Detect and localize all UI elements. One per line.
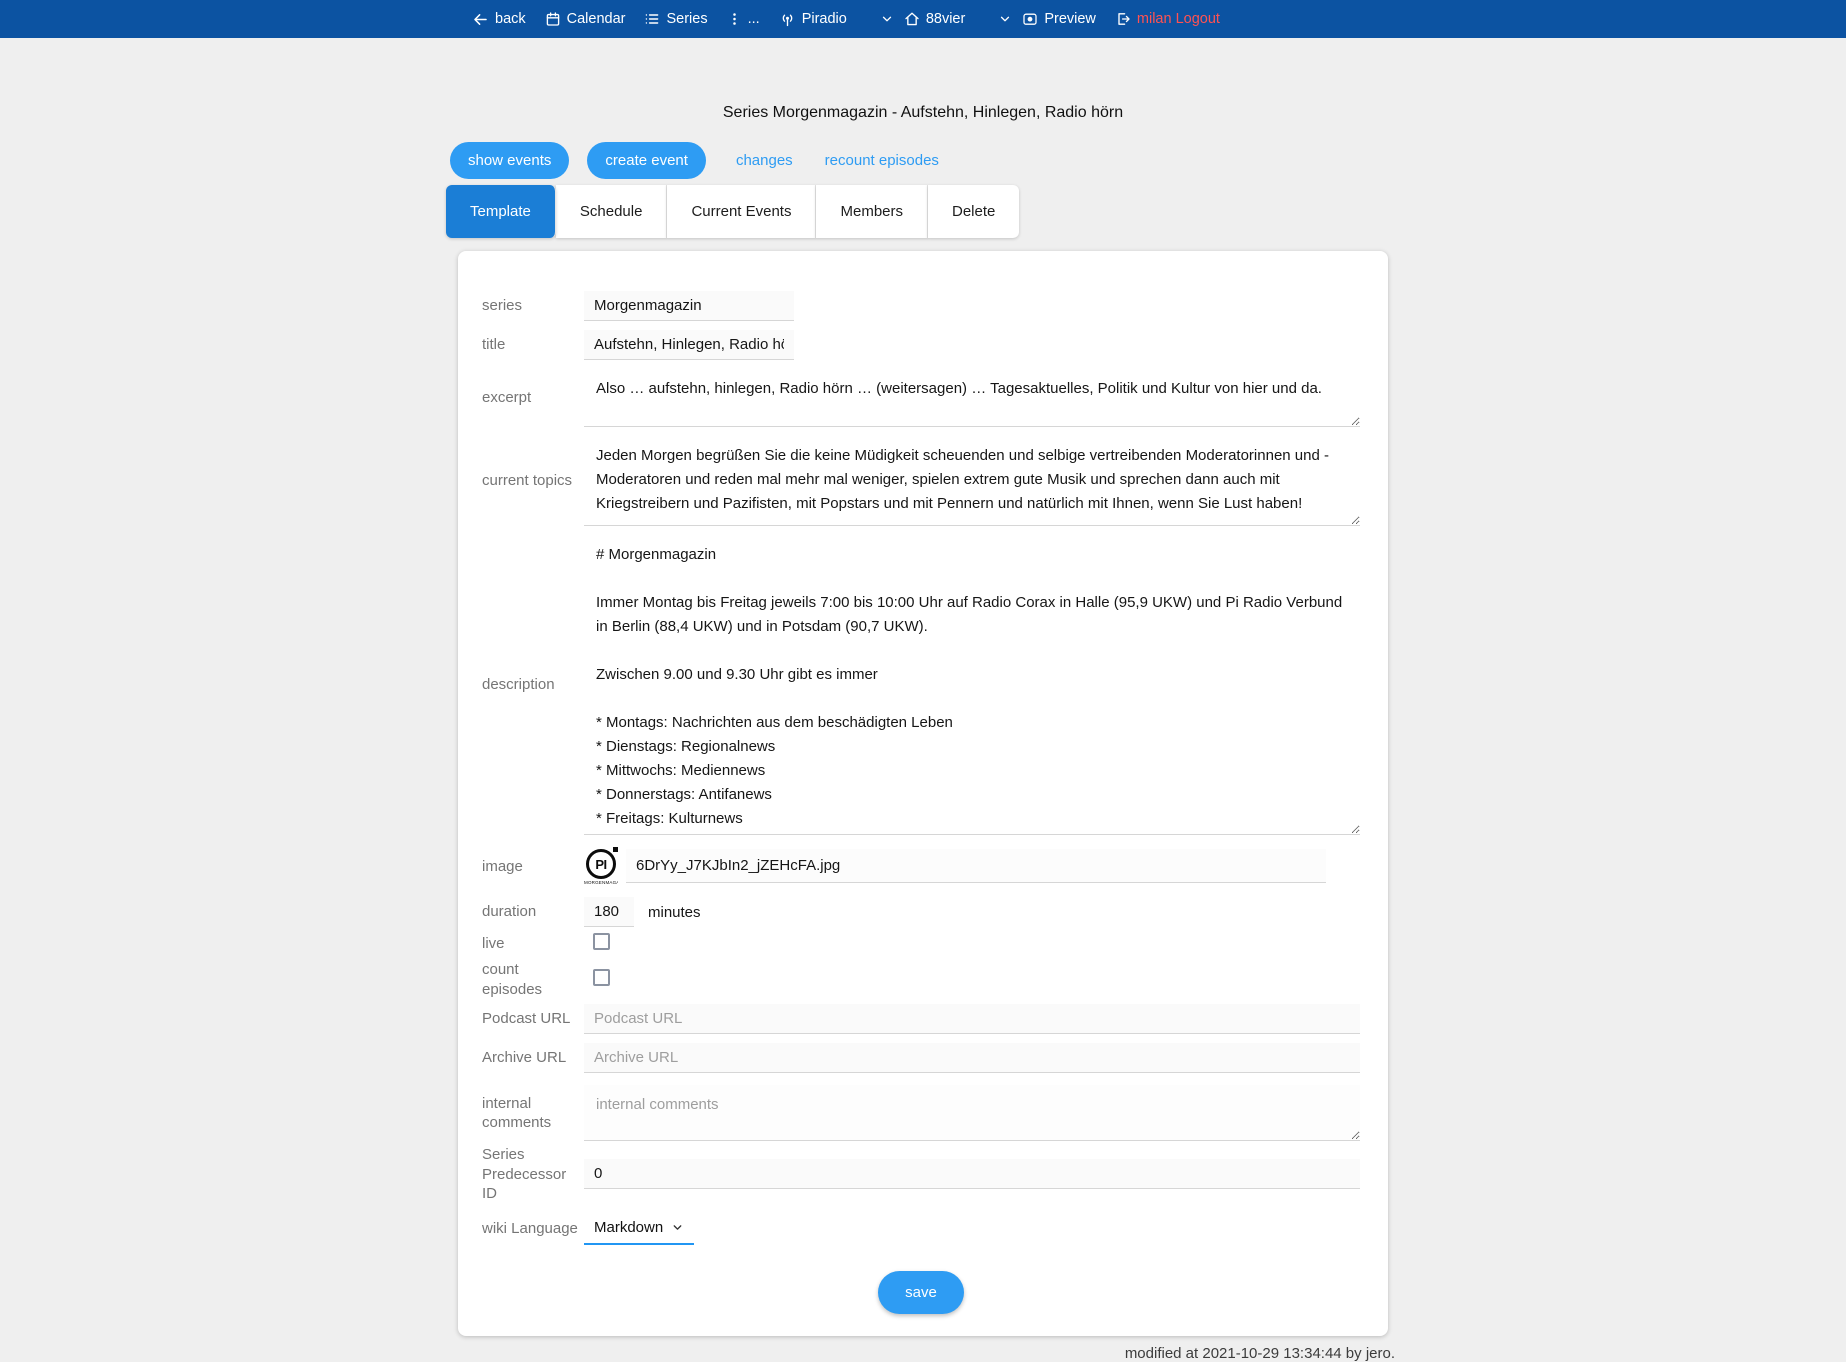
duration-unit-label: minutes (648, 904, 701, 921)
excerpt-label: excerpt (482, 388, 584, 408)
podcast-url-label: Podcast URL (482, 1009, 584, 1029)
tab-bar: Template Schedule Current Events Members… (446, 185, 1388, 238)
series-label: series (482, 296, 584, 316)
template-form-card: series title excerpt Also … aufstehn, hi… (458, 251, 1388, 1336)
internal-comments-textarea[interactable] (584, 1085, 1360, 1141)
series-predecessor-input[interactable] (584, 1159, 1360, 1189)
image-row: image PI MORGENMAGAZIN (482, 849, 1360, 885)
home-icon (904, 11, 920, 27)
tab-current-events[interactable]: Current Events (667, 185, 816, 238)
channel-dropdown-toggle[interactable] (998, 12, 1012, 26)
current-topics-label: current topics (482, 471, 584, 491)
count-episodes-row: count episodes (482, 960, 1360, 999)
create-event-button[interactable]: create event (587, 142, 706, 179)
logout-icon (1115, 11, 1131, 27)
nav-more-label: ... (748, 11, 760, 27)
chevron-down-icon (998, 12, 1012, 26)
series-predecessor-row: Series Predecessor ID (482, 1145, 1360, 1204)
title-row: title (482, 330, 1360, 360)
logo-caption: MORGENMAGAZIN (584, 880, 618, 885)
logo-mark (613, 847, 618, 852)
station-dropdown-toggle[interactable] (880, 12, 894, 26)
archive-url-input[interactable] (584, 1043, 1360, 1073)
count-episodes-label: count episodes (482, 960, 542, 999)
excerpt-row: excerpt Also … aufstehn, hinlegen, Radio… (482, 369, 1360, 427)
wiki-language-label: wiki Language (482, 1219, 584, 1239)
duration-label: duration (482, 902, 584, 922)
nav-preview-label: Preview (1044, 11, 1096, 27)
live-row: live (482, 933, 1360, 955)
kebab-menu-icon (727, 11, 742, 27)
podcast-url-row: Podcast URL (482, 1004, 1360, 1034)
chevron-down-icon (671, 1221, 684, 1234)
broadcast-antenna-icon (779, 11, 796, 28)
count-episodes-checkbox[interactable] (593, 969, 610, 986)
description-textarea[interactable]: # Morgenmagazin Immer Montag bis Freitag… (584, 535, 1360, 835)
nav-calendar[interactable]: Calendar (545, 11, 626, 27)
series-row: series (482, 291, 1360, 321)
top-nav: back Calendar Series ... Piradio 88vier … (0, 0, 1846, 38)
recount-episodes-button[interactable]: recount episodes (813, 142, 951, 179)
nav-back[interactable]: back (472, 11, 526, 28)
internal-comments-label: internal comments (482, 1094, 584, 1133)
tab-schedule[interactable]: Schedule (556, 185, 668, 238)
preview-icon (1022, 11, 1038, 27)
series-input[interactable] (584, 291, 794, 321)
wiki-language-value: Markdown (594, 1219, 663, 1236)
image-label: image (482, 857, 584, 877)
podcast-url-input[interactable] (584, 1004, 1360, 1034)
series-predecessor-label: Series Predecessor ID (482, 1145, 584, 1204)
chevron-down-icon (880, 12, 894, 26)
action-bar: show events create event changes recount… (450, 142, 1388, 179)
internal-comments-row: internal comments (482, 1085, 1360, 1141)
current-topics-row: current topics Jeden Morgen begrüßen Sie… (482, 436, 1360, 526)
title-label: title (482, 335, 584, 355)
archive-url-label: Archive URL (482, 1048, 584, 1068)
tab-template[interactable]: Template (446, 185, 556, 238)
tab-members[interactable]: Members (816, 185, 928, 238)
wiki-language-row: wiki Language Markdown (482, 1213, 1360, 1245)
nav-series[interactable]: Series (644, 11, 707, 27)
modified-status: modified at 2021-10-29 13:34:44 by jero. (451, 1345, 1395, 1362)
live-checkbox[interactable] (593, 933, 610, 950)
duration-row: duration minutes (482, 897, 1360, 927)
calendar-icon (545, 11, 561, 27)
changes-button[interactable]: changes (724, 142, 805, 179)
nav-logout[interactable]: milan Logout (1115, 11, 1220, 27)
list-icon (644, 11, 660, 27)
title-input[interactable] (584, 330, 794, 360)
nav-station-label: Piradio (802, 11, 847, 27)
nav-preview[interactable]: Preview (1022, 11, 1096, 27)
excerpt-textarea[interactable]: Also … aufstehn, hinlegen, Radio hörn … … (584, 369, 1360, 427)
nav-station-piradio[interactable]: Piradio (779, 11, 847, 28)
save-button[interactable]: save (878, 1271, 964, 1314)
duration-input[interactable] (584, 897, 634, 927)
back-arrow-icon (472, 11, 489, 28)
wiki-language-select[interactable]: Markdown (584, 1213, 694, 1245)
nav-back-label: back (495, 11, 526, 27)
tab-delete[interactable]: Delete (928, 185, 1019, 238)
current-topics-textarea[interactable]: Jeden Morgen begrüßen Sie die keine Müdi… (584, 436, 1360, 526)
live-label: live (482, 934, 584, 954)
page-title: Series Morgenmagazin - Aufstehn, Hinlege… (0, 104, 1846, 122)
show-events-button[interactable]: show events (450, 142, 569, 179)
series-logo-thumbnail: PI MORGENMAGAZIN (584, 849, 618, 885)
nav-calendar-label: Calendar (567, 11, 626, 27)
nav-channel-label: 88vier (926, 11, 966, 27)
description-row: description # Morgenmagazin Immer Montag… (482, 535, 1360, 835)
description-label: description (482, 675, 584, 695)
nav-more[interactable]: ... (727, 11, 760, 27)
archive-url-row: Archive URL (482, 1043, 1360, 1073)
pi-logo-icon: PI (586, 849, 616, 879)
image-filename-input[interactable] (626, 849, 1326, 883)
nav-logout-label: milan Logout (1137, 11, 1220, 27)
nav-channel-88vier[interactable]: 88vier (904, 11, 966, 27)
nav-series-label: Series (666, 11, 707, 27)
